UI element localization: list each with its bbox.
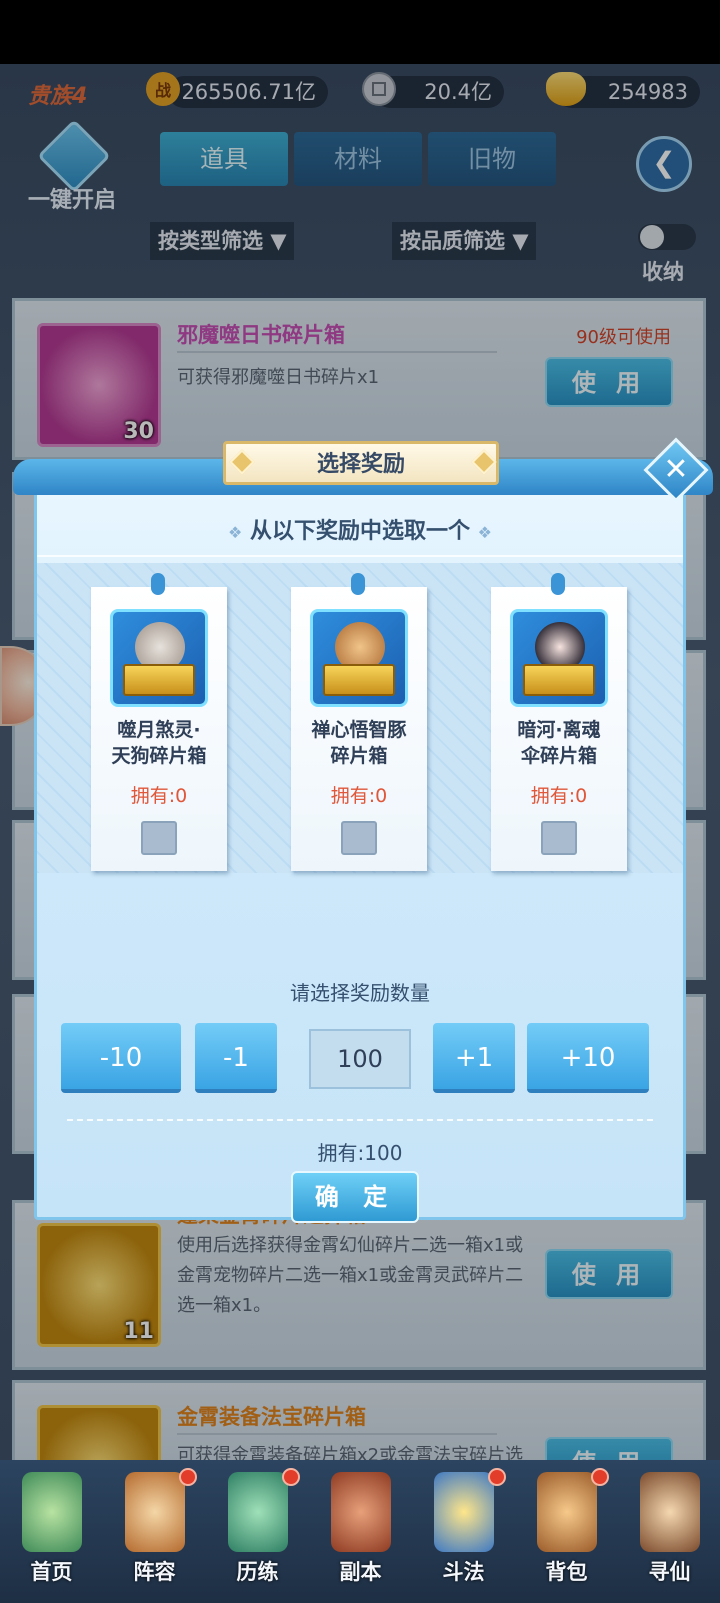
chest-icon [123, 664, 195, 696]
nav-label: 斗法 [442, 1560, 485, 1584]
status-bar [0, 0, 720, 64]
bottom-nav: 首页 阵容 历练 副本 斗法 背包 寻仙 [0, 1460, 720, 1603]
clip-icon [551, 573, 565, 595]
nav-item-dungeon[interactable]: 副本 [309, 1460, 412, 1603]
reward-name-line1: 噬月煞灵· [117, 719, 201, 741]
nav-label: 副本 [339, 1560, 382, 1584]
notification-dot [282, 1468, 300, 1486]
close-icon: ✕ [663, 452, 689, 487]
reward-chest-image [510, 609, 608, 707]
reward-card[interactable]: 禅心悟智豚 碎片箱 拥有:0 [291, 573, 427, 871]
nav-item-bag[interactable]: 背包 [515, 1460, 618, 1603]
reward-options: 噬月煞灵· 天狗碎片箱 拥有:0 禅心悟智豚 碎片箱 拥有:0 暗河·离魂 伞碎… [37, 563, 683, 873]
sparkle-icon: ❖ [477, 523, 493, 542]
game-screen: 贵族4 265506.71亿 战 20.4亿 254983 一键开启 道具 材料… [0, 64, 720, 1603]
home-icon [22, 1472, 82, 1552]
divider [37, 555, 683, 557]
dungeon-icon [331, 1472, 391, 1552]
sparkle-icon: ❖ [227, 523, 243, 542]
notification-dot [591, 1468, 609, 1486]
reward-owned-count: 拥有:0 [530, 785, 588, 807]
reward-chest-image [110, 609, 208, 707]
reward-name: 禅心悟智豚 碎片箱 [291, 717, 427, 769]
reward-name: 暗河·离魂 伞碎片箱 [491, 717, 627, 769]
seek-icon [640, 1472, 700, 1552]
bag-icon [537, 1472, 597, 1552]
notification-dot [179, 1468, 197, 1486]
quantity-input[interactable]: 100 [309, 1029, 411, 1089]
chest-icon [523, 664, 595, 696]
reward-owned-count: 拥有:0 [130, 785, 188, 807]
nav-item-lineup[interactable]: 阵容 [103, 1460, 206, 1603]
dialog-subtitle-text: 从以下奖励中选取一个 [249, 519, 470, 544]
nav-label: 阵容 [133, 1560, 176, 1584]
plus-1-button[interactable]: +1 [433, 1023, 515, 1093]
chest-icon [323, 664, 395, 696]
divider [67, 1119, 653, 1121]
minus-1-button[interactable]: -1 [195, 1023, 277, 1093]
reward-name: 噬月煞灵· 天狗碎片箱 [91, 717, 227, 769]
dialog-subtitle: ❖ 从以下奖励中选取一个 ❖ [37, 513, 683, 545]
nav-item-training[interactable]: 历练 [206, 1460, 309, 1603]
training-icon [228, 1472, 288, 1552]
notification-dot [488, 1468, 506, 1486]
clip-icon [351, 573, 365, 595]
minus-10-button[interactable]: -10 [61, 1023, 181, 1093]
reward-card[interactable]: 暗河·离魂 伞碎片箱 拥有:0 [491, 573, 627, 871]
reward-name-line1: 暗河·离魂 [517, 719, 601, 741]
nav-label: 历练 [236, 1560, 279, 1584]
nav-label: 寻仙 [648, 1560, 691, 1584]
nav-label: 首页 [30, 1560, 73, 1584]
confirm-button[interactable]: 确 定 [291, 1171, 419, 1223]
nav-label: 背包 [545, 1560, 588, 1584]
reward-checkbox[interactable] [341, 821, 377, 855]
clip-icon [151, 573, 165, 595]
reward-chest-image [310, 609, 408, 707]
reward-checkbox[interactable] [141, 821, 177, 855]
reward-name-line1: 禅心悟智豚 [311, 719, 407, 741]
plus-10-button[interactable]: +10 [527, 1023, 649, 1093]
lineup-icon [125, 1472, 185, 1552]
nav-item-seek[interactable]: 寻仙 [618, 1460, 720, 1603]
nav-item-home[interactable]: 首页 [0, 1460, 103, 1603]
reward-name-line2: 碎片箱 [330, 745, 388, 767]
reward-checkbox[interactable] [541, 821, 577, 855]
owned-total: 拥有:100 [317, 1141, 403, 1165]
quantity-label: 请选择奖励数量 [290, 981, 430, 1005]
reward-dialog: 选择奖励 ✕ ❖ 从以下奖励中选取一个 ❖ 噬月煞灵· 天狗碎片箱 拥有:0 禅… [13, 437, 713, 1223]
nav-item-battle[interactable]: 斗法 [412, 1460, 515, 1603]
reward-card[interactable]: 噬月煞灵· 天狗碎片箱 拥有:0 [91, 573, 227, 871]
reward-name-line2: 天狗碎片箱 [111, 745, 207, 767]
reward-name-line2: 伞碎片箱 [520, 745, 597, 767]
battle-icon [434, 1472, 494, 1552]
dialog-title: 选择奖励 [223, 441, 499, 485]
reward-owned-count: 拥有:0 [330, 785, 388, 807]
